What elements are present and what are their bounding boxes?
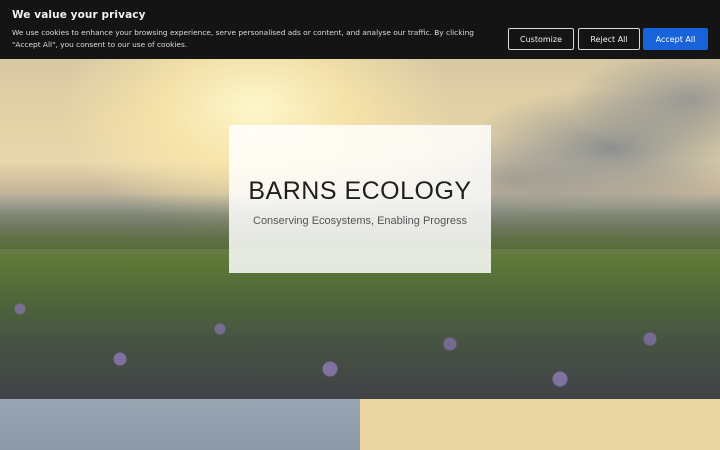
cookie-banner-title: We value your privacy: [12, 9, 146, 21]
bottom-right-color-panel: [360, 399, 720, 450]
site-title: BARNS ECOLOGY: [248, 177, 472, 205]
site-tagline: Conserving Ecosystems, Enabling Progress: [253, 215, 467, 227]
customize-button[interactable]: Customize: [508, 28, 574, 50]
bottom-left-image-panel: [0, 399, 360, 450]
accept-all-button[interactable]: Accept All: [643, 28, 708, 50]
cookie-banner-text: We use cookies to enhance your browsing …: [12, 28, 474, 49]
hero-title-card: BARNS ECOLOGY Conserving Ecosystems, Ena…: [229, 125, 491, 273]
hero-section: BARNS ECOLOGY Conserving Ecosystems, Ena…: [0, 59, 720, 399]
reject-all-button[interactable]: Reject All: [578, 28, 640, 50]
cookie-consent-banner: We value your privacy We use cookies to …: [0, 0, 720, 59]
